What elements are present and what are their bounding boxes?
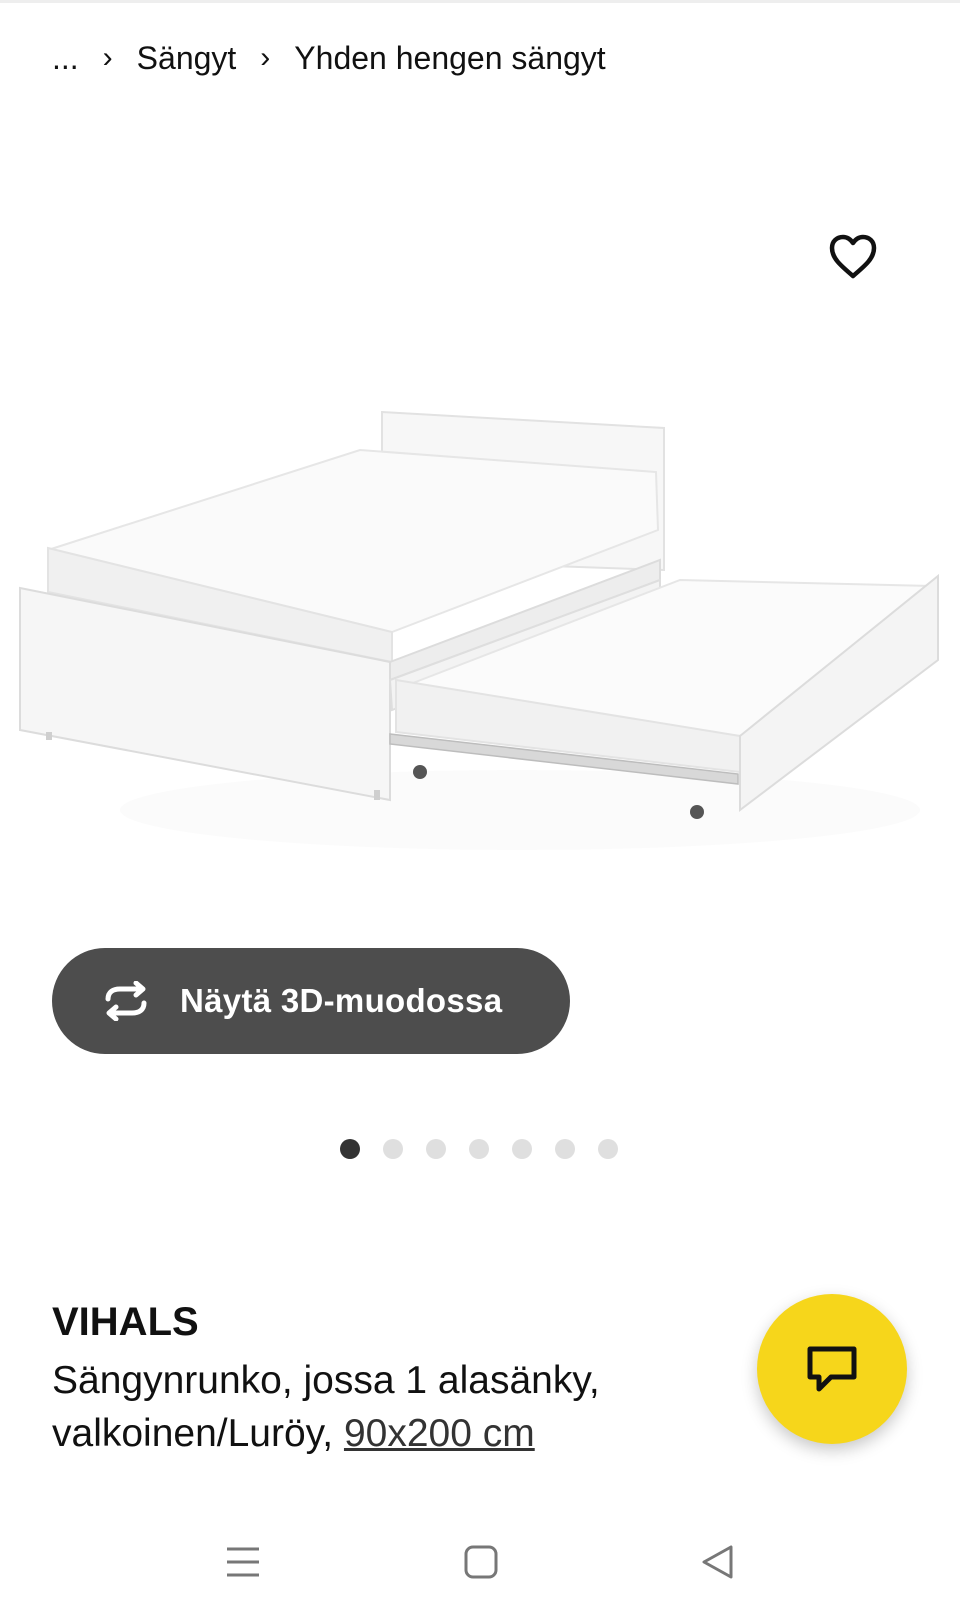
breadcrumb: ... › Sängyt › Yhden hengen sängyt (52, 36, 606, 80)
product-name: VIHALS (52, 1300, 199, 1344)
back-triangle-icon (702, 1545, 733, 1579)
product-image[interactable] (0, 380, 960, 850)
home-square-icon (464, 1545, 498, 1579)
chat-bubble-icon (807, 1346, 857, 1392)
top-divider (0, 0, 960, 3)
nav-back-button[interactable] (688, 1532, 748, 1592)
rotate-arrows-icon (105, 981, 147, 1021)
carousel-dot-6[interactable] (555, 1139, 575, 1159)
chat-button[interactable] (757, 1294, 907, 1444)
carousel-dot-5[interactable] (512, 1139, 532, 1159)
view-3d-label: Näytä 3D-muodossa (180, 982, 503, 1019)
carousel-dot-1[interactable] (340, 1139, 360, 1159)
breadcrumb-item-yhden-hengen-sangyt[interactable]: Yhden hengen sängyt (294, 40, 605, 77)
breadcrumb-ellipsis[interactable]: ... (52, 40, 79, 77)
menu-icon (227, 1547, 259, 1577)
nav-home-button[interactable] (451, 1532, 511, 1592)
product-size-link[interactable]: 90x200 cm (344, 1412, 535, 1455)
heart-outline-icon (829, 234, 877, 279)
breadcrumb-item-sangyt[interactable]: Sängyt (137, 40, 237, 77)
carousel-dots (340, 1139, 641, 1159)
carousel-dot-7[interactable] (598, 1139, 618, 1159)
carousel-dot-3[interactable] (426, 1139, 446, 1159)
breadcrumb-separator: › (102, 41, 113, 74)
carousel-dot-4[interactable] (469, 1139, 489, 1159)
system-navigation-bar (0, 1510, 960, 1615)
view-3d-button[interactable]: Näytä 3D-muodossa (52, 948, 570, 1054)
favorite-button[interactable] (818, 222, 888, 292)
breadcrumb-separator: › (260, 41, 271, 74)
carousel-dot-2[interactable] (383, 1139, 403, 1159)
nav-menu-button[interactable] (213, 1532, 273, 1592)
product-description: Sängynrunko, jossa 1 alasänky, valkoinen… (52, 1354, 742, 1460)
